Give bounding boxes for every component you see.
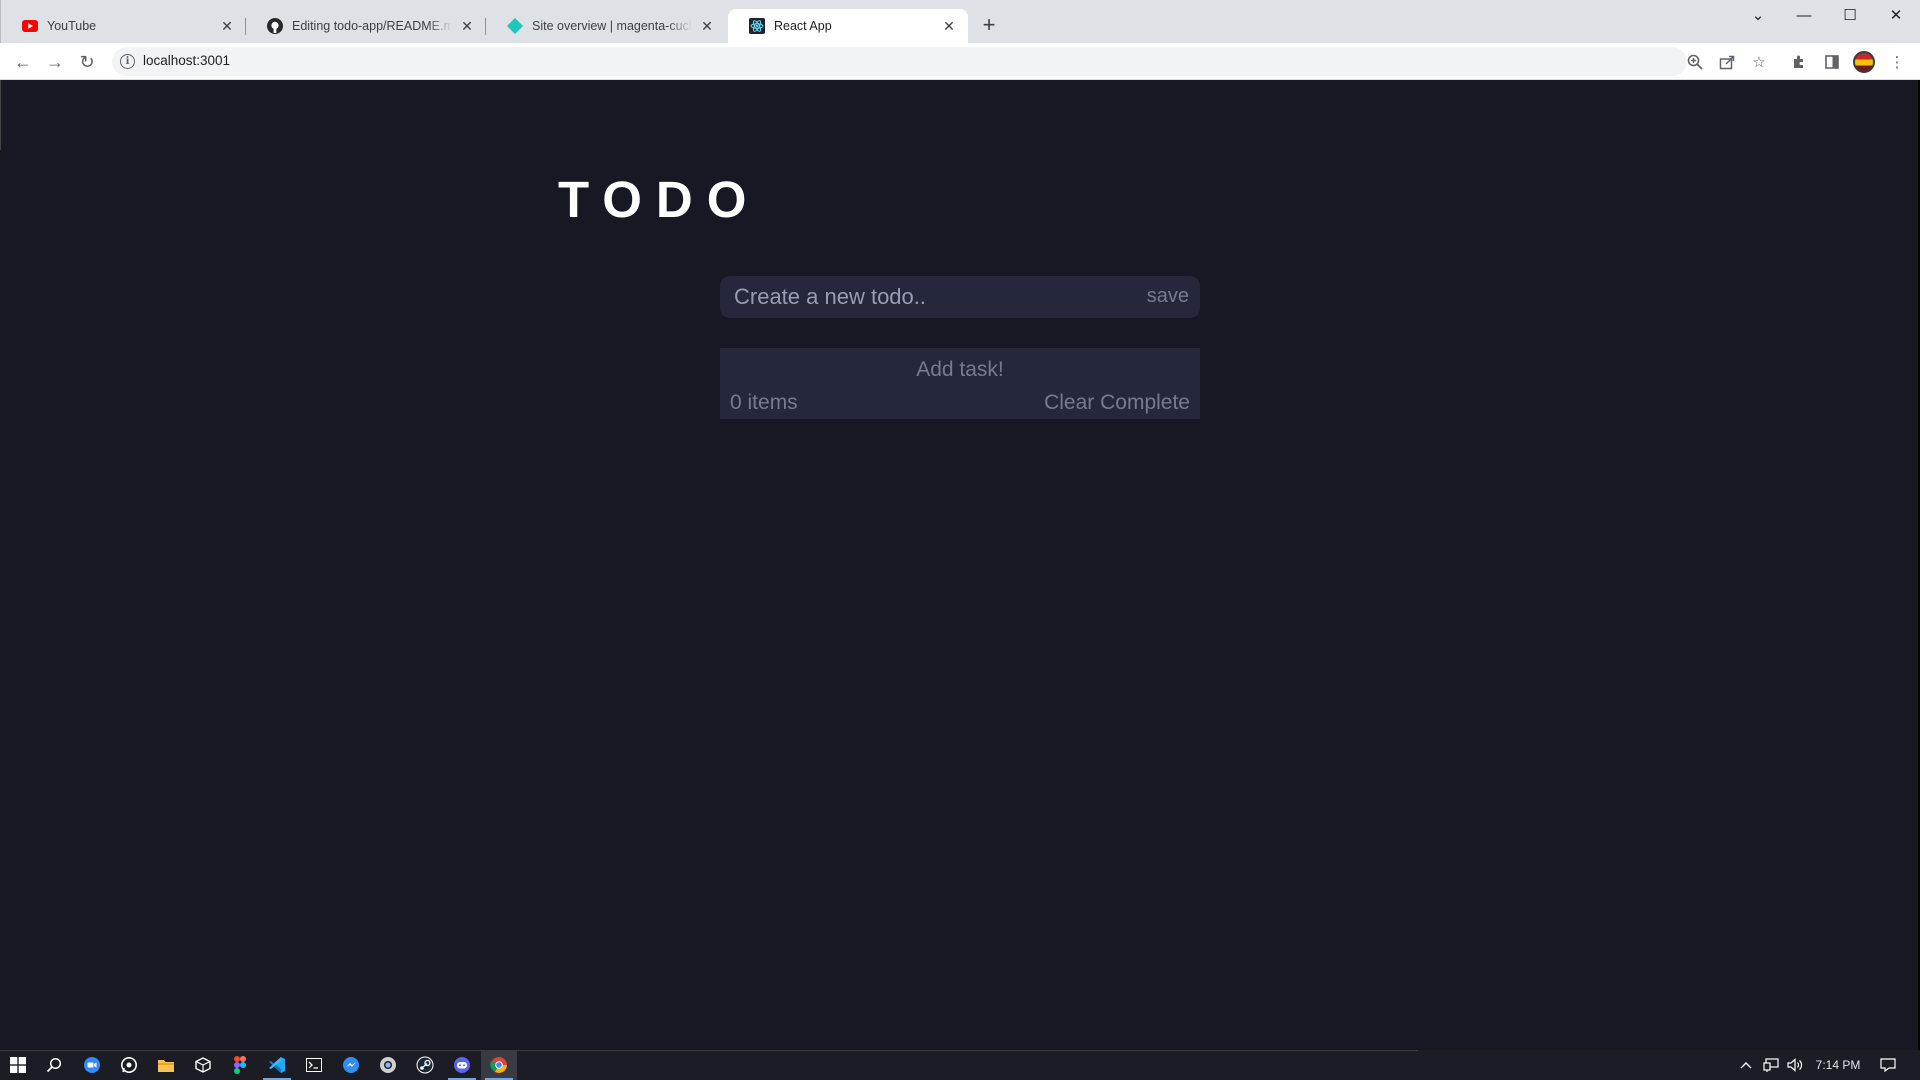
tab-title: YouTube [47,19,97,33]
tab-youtube[interactable]: YouTube ✕ [1,9,246,43]
github-icon [266,18,283,35]
bookmark-star-icon[interactable]: ☆ [1748,51,1770,73]
tab-search-icon[interactable]: ⌄ [1735,0,1781,30]
chrome-icon[interactable] [481,1050,517,1080]
extensions-icon[interactable] [1788,51,1810,73]
address-bar[interactable]: i localhost:3001 [112,47,1687,76]
network-icon[interactable] [1760,1050,1782,1080]
back-icon[interactable]: ← [10,49,36,75]
new-todo-input[interactable] [720,276,1120,318]
close-tab-icon[interactable]: ✕ [698,17,716,35]
window-edge [0,80,1,150]
tab-netlify[interactable]: Site overview | magenta-cuchufli ✕ [486,9,726,43]
file-explorer-icon[interactable] [148,1050,184,1080]
terminal-icon[interactable] [296,1050,332,1080]
items-count: 0 items [730,391,798,414]
maximize-icon[interactable]: ☐ [1827,0,1873,30]
todo-list-panel: Add task! 0 items Clear Complete [720,348,1200,419]
volume-icon[interactable] [1784,1050,1806,1080]
youtube-icon [21,18,38,35]
figma-icon[interactable] [222,1050,258,1080]
show-hidden-icons-icon[interactable] [1736,1050,1756,1080]
minimize-icon[interactable]: — [1781,0,1827,30]
profile-avatar[interactable] [1853,51,1875,73]
close-tab-icon[interactable]: ✕ [940,17,958,35]
empty-list-message: Add task! [916,358,1004,381]
vscode-icon[interactable] [259,1050,295,1080]
close-tab-icon[interactable]: ✕ [458,17,476,35]
site-info-icon[interactable]: i [120,54,135,69]
forward-icon[interactable]: → [42,49,68,75]
steam-icon[interactable] [407,1050,443,1080]
browser-toolbar: ← → ↻ i localhost:3001 ☆ ⋮ [0,43,1920,80]
search-icon[interactable] [36,1050,72,1080]
tab-title: React App [774,19,832,33]
side-panel-icon[interactable] [1821,51,1843,73]
zoom-icon[interactable] [1684,51,1706,73]
zoom-app-icon[interactable] [74,1050,110,1080]
tab-title: Editing todo-app/README.md at [292,19,452,33]
package-icon[interactable] [185,1050,221,1080]
discord-icon[interactable] [444,1050,480,1080]
page-title: TODO [558,171,761,228]
clear-complete-button[interactable]: Clear Complete [1044,391,1190,415]
notifications-icon[interactable] [1874,1050,1902,1080]
browser-tab-strip: YouTube ✕ Editing todo-app/README.md at … [0,0,1920,43]
tab-title: Site overview | magenta-cuchufli [532,19,692,33]
new-tab-button[interactable]: + [977,12,1001,37]
chrome-alt-icon[interactable] [370,1050,406,1080]
reload-icon[interactable]: ↻ [74,49,100,75]
whatsapp-icon[interactable] [111,1050,147,1080]
menu-kebab-icon[interactable]: ⋮ [1886,51,1908,73]
tab-react-app[interactable]: React App ✕ [728,9,968,43]
windows-start-icon[interactable] [0,1050,36,1080]
messenger-icon[interactable] [333,1050,369,1080]
close-window-icon[interactable]: ✕ [1873,0,1919,30]
close-tab-icon[interactable]: ✕ [218,17,236,35]
system-clock[interactable]: 7:14 PM [1808,1050,1868,1080]
share-icon[interactable] [1716,51,1738,73]
url-text[interactable]: localhost:3001 [143,53,230,68]
save-button[interactable]: save [1147,285,1189,308]
react-icon [748,18,765,35]
new-todo-form: save [720,276,1200,318]
windows-taskbar: 7:14 PM [0,1050,1920,1080]
tab-github[interactable]: Editing todo-app/README.md at ✕ [246,9,486,43]
netlify-icon [506,18,523,35]
